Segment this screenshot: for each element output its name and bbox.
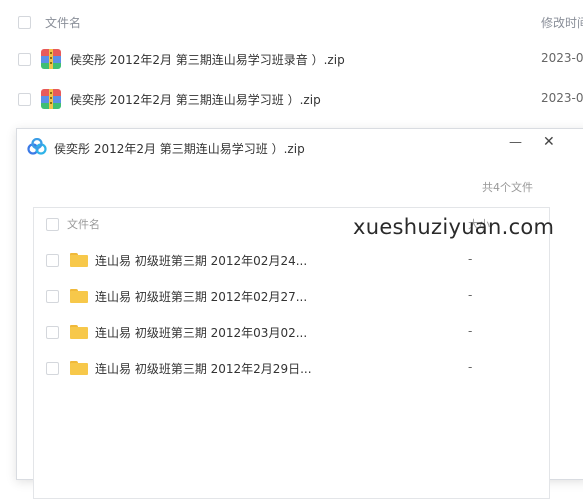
row-checkbox[interactable]	[46, 254, 59, 267]
column-header-date[interactable]: 修改时间	[541, 14, 583, 31]
archive-preview-dialog: 侯奕彤 2012年2月 第三期连山易学习班 ）.zip — ✕ 共4个文件 文件…	[16, 128, 583, 499]
column-header-name[interactable]: 文件名	[45, 14, 81, 31]
zip-file-icon	[41, 89, 61, 109]
folder-size: -	[468, 288, 473, 302]
dialog-title: 侯奕彤 2012年2月 第三期连山易学习班 ）.zip	[54, 142, 305, 156]
close-button[interactable]: ✕	[543, 134, 555, 150]
folder-name[interactable]: 连山易 初级班第三期 2012年03月02...	[95, 324, 307, 341]
folder-name[interactable]: 连山易 初级班第三期 2012年02月24...	[95, 252, 307, 269]
folder-icon	[70, 253, 88, 267]
select-all-checkbox[interactable]	[46, 218, 59, 231]
row-checkbox[interactable]	[46, 362, 59, 375]
row-checkbox[interactable]	[18, 93, 31, 106]
folder-icon	[70, 289, 88, 303]
file-date: 2023-0	[541, 91, 583, 105]
folder-name[interactable]: 连山易 初级班第三期 2012年2月29日...	[95, 360, 312, 377]
row-checkbox[interactable]	[18, 53, 31, 66]
folder-size: -	[468, 324, 473, 338]
file-date: 2023-0	[541, 51, 583, 65]
zip-file-icon	[41, 49, 61, 69]
minimize-button[interactable]: —	[509, 135, 522, 150]
watermark-text: xueshuziyuan.com	[353, 215, 555, 239]
file-name[interactable]: 侯奕彤 2012年2月 第三期连山易学习班 ）.zip	[70, 91, 321, 108]
file-count: 共4个文件	[482, 181, 533, 194]
folder-icon	[70, 325, 88, 339]
baidu-netdisk-logo-icon	[27, 138, 47, 155]
folder-icon	[70, 361, 88, 375]
row-checkbox[interactable]	[46, 290, 59, 303]
file-name[interactable]: 侯奕彤 2012年2月 第三期连山易学习班录音 ）.zip	[70, 51, 345, 68]
column-header-name[interactable]: 文件名	[67, 216, 100, 232]
folder-size: -	[468, 360, 473, 374]
archive-file-table: 文件名 大小 连山易 初级班第三期 2012年02月24... - 连山易 初级…	[33, 207, 550, 499]
select-all-checkbox[interactable]	[18, 16, 31, 29]
folder-size: -	[468, 252, 473, 266]
folder-name[interactable]: 连山易 初级班第三期 2012年02月27...	[95, 288, 307, 305]
row-checkbox[interactable]	[46, 326, 59, 339]
